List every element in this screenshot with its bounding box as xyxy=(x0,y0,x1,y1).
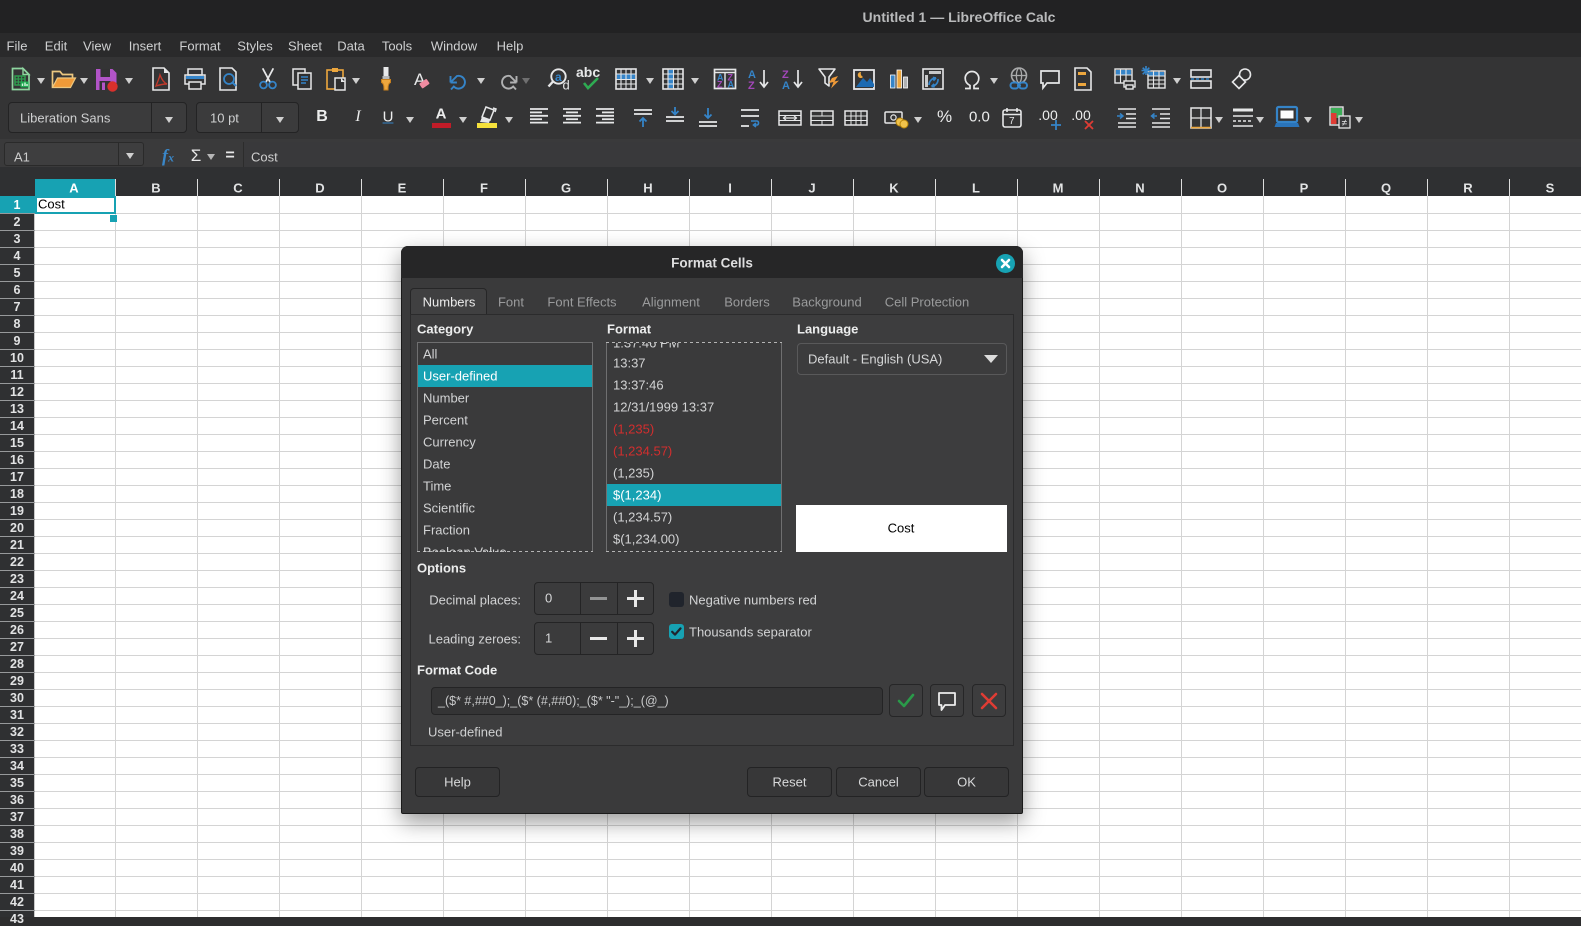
svg-text:d: d xyxy=(563,78,570,93)
svg-text:Z: Z xyxy=(748,80,755,92)
svg-text:A: A xyxy=(782,80,790,92)
svg-text:a: a xyxy=(555,70,562,84)
svg-text:Z: Z xyxy=(717,80,723,90)
svg-text:A: A xyxy=(728,80,735,90)
svg-text:≠: ≠ xyxy=(1342,118,1348,129)
svg-text:7: 7 xyxy=(1009,116,1015,127)
